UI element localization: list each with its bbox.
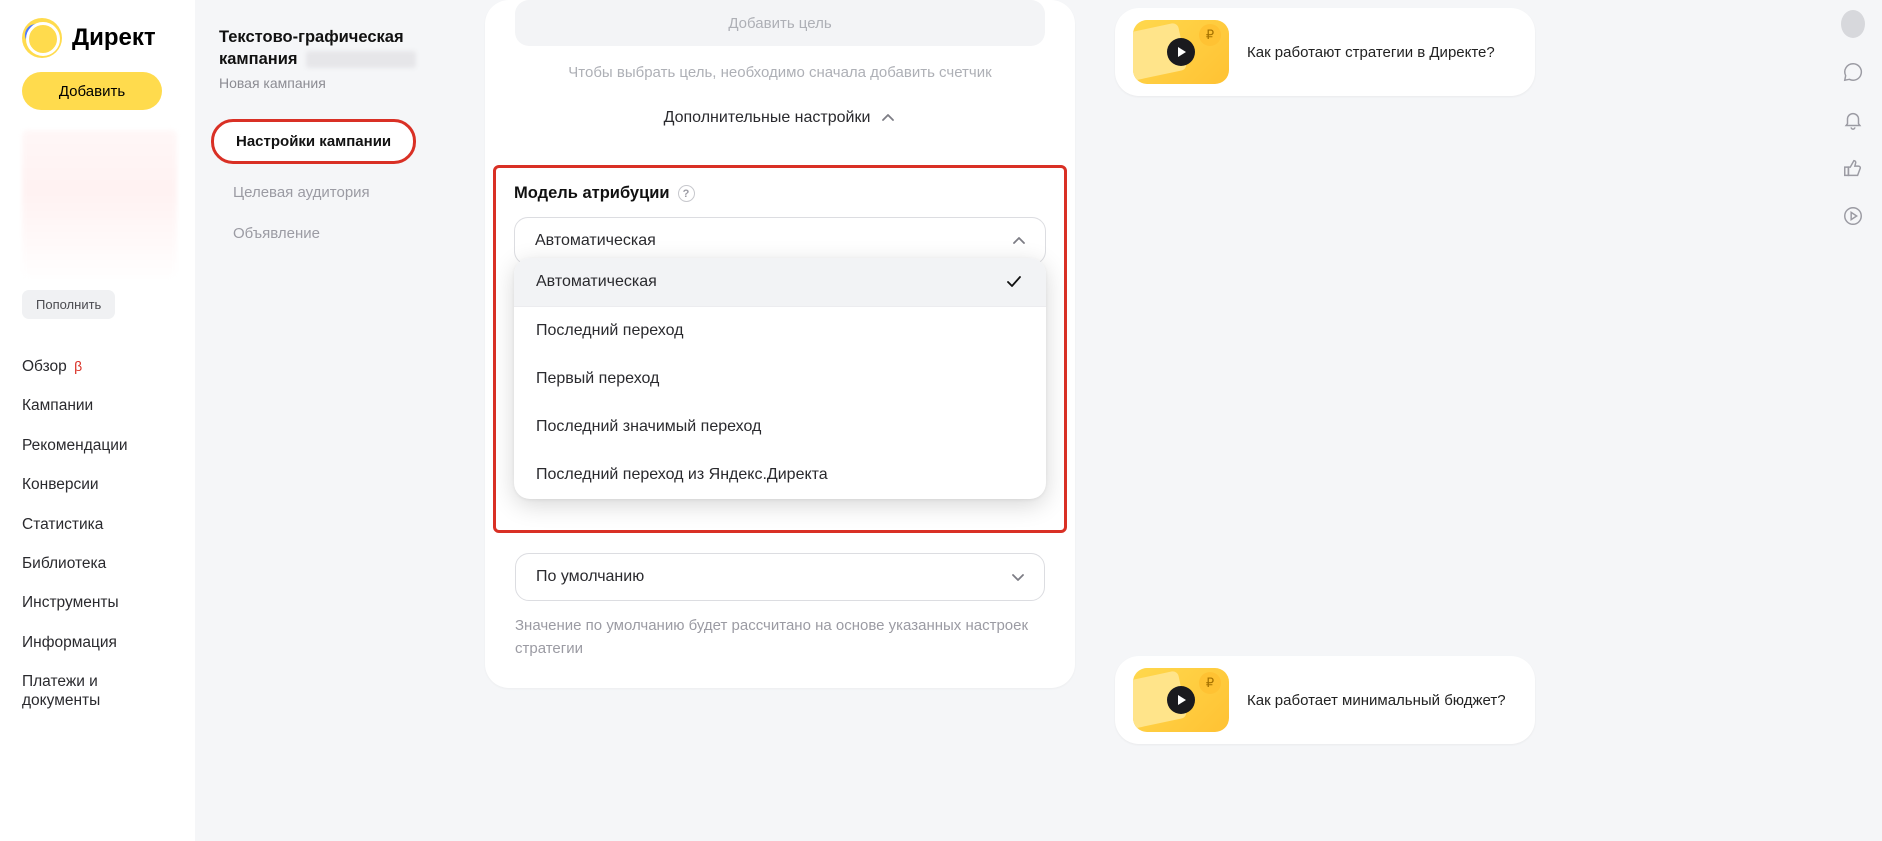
attribution-option-last-yandex-direct[interactable]: Последний переход из Яндекс.Директа [514, 451, 1046, 499]
chevron-down-icon [1010, 569, 1026, 585]
attribution-option-label: Последний значимый переход [536, 418, 761, 436]
like-icon[interactable] [1841, 156, 1865, 180]
extra-settings-toggle[interactable]: Дополнительные настройки [515, 109, 1045, 127]
step-target-audience[interactable]: Целевая аудитория [219, 172, 463, 213]
attribution-option-last-significant[interactable]: Последний значимый переход [514, 403, 1046, 451]
nav-item-overview[interactable]: Обзор β [22, 347, 177, 386]
step-campaign-settings[interactable]: Настройки кампании [211, 119, 416, 164]
main-column: Добавить цель Чтобы выбрать цель, необхо… [485, 0, 1075, 841]
campaign-name-blurred [306, 51, 416, 68]
attribution-option-first-click[interactable]: Первый переход [514, 355, 1046, 403]
attribution-label-row: Модель атрибуции ? [514, 184, 1046, 203]
settings-card: Добавить цель Чтобы выбрать цель, необхо… [485, 0, 1075, 688]
nav-item-campaigns[interactable]: Кампании [22, 386, 177, 425]
chat-icon[interactable] [1841, 60, 1865, 84]
help-card-budget[interactable]: Как работает минимальный бюджет? [1115, 656, 1535, 744]
attribution-highlight-box: Модель атрибуции ? Автоматическая Автома… [493, 165, 1067, 533]
campaign-title-line1: Текстово-графическая [219, 26, 463, 48]
attribution-option-label: Последний переход [536, 322, 683, 340]
steps-column: Текстово-графическая кампания Новая камп… [195, 0, 485, 841]
nav-item-information[interactable]: Информация [22, 623, 177, 662]
chevron-up-icon [1011, 233, 1027, 249]
check-icon [1004, 272, 1024, 292]
attribution-dropdown: Автоматическая Последний переход Первый … [514, 258, 1046, 499]
nav-item-library[interactable]: Библиотека [22, 544, 177, 583]
help-card-text: Как работают стратегии в Директе? [1247, 44, 1495, 61]
attribution-selected-value: Автоматическая [535, 232, 656, 250]
extra-settings-label: Дополнительные настройки [664, 109, 871, 127]
nav-item-statistics[interactable]: Статистика [22, 505, 177, 544]
default-select-value: По умолчанию [536, 568, 644, 586]
brand-logo-icon [22, 18, 62, 58]
campaign-subtitle: Новая кампания [219, 75, 463, 91]
play-circle-icon[interactable] [1841, 204, 1865, 228]
avatar-icon[interactable] [1841, 12, 1865, 36]
help-card-strategies[interactable]: Как работают стратегии в Директе? [1115, 8, 1535, 96]
help-thumb-icon [1133, 668, 1229, 732]
play-icon [1167, 38, 1195, 66]
nav-item-conversions[interactable]: Конверсии [22, 465, 177, 504]
right-icon-rail [1828, 4, 1878, 228]
help-card-text: Как работает минимальный бюджет? [1247, 692, 1506, 709]
play-icon [1167, 686, 1195, 714]
add-button[interactable]: Добавить [22, 72, 162, 110]
nav-item-tools[interactable]: Инструменты [22, 583, 177, 622]
add-goal-button[interactable]: Добавить цель [515, 0, 1045, 46]
top-up-button[interactable]: Пополнить [22, 290, 115, 319]
campaign-title-prefix: кампания [219, 50, 298, 68]
account-summary-blurred [22, 130, 177, 280]
help-icon[interactable]: ? [678, 185, 695, 202]
left-sidebar: Директ Добавить Пополнить Обзор β Кампан… [0, 0, 195, 841]
beta-badge: β [74, 358, 82, 374]
attribution-option-label: Первый переход [536, 370, 659, 388]
goal-hint-text: Чтобы выбрать цель, необходимо сначала д… [515, 64, 1045, 81]
campaign-title-line2: кампания [219, 48, 463, 70]
attribution-option-automatic[interactable]: Автоматическая [514, 258, 1046, 306]
main-nav: Обзор β Кампании Рекомендации Конверсии … [22, 347, 177, 721]
help-column: Как работают стратегии в Директе? Как ра… [1115, 0, 1535, 841]
brand-name: Директ [72, 24, 156, 52]
nav-item-label: Обзор [22, 358, 67, 375]
default-value-hint: Значение по умолчанию будет рассчитано н… [515, 615, 1045, 660]
brand-row: Директ [22, 18, 177, 58]
attribution-option-label: Автоматическая [536, 273, 657, 291]
attribution-label: Модель атрибуции [514, 184, 670, 203]
step-ad[interactable]: Объявление [219, 213, 463, 254]
help-thumb-icon [1133, 20, 1229, 84]
nav-item-payments[interactable]: Платежи и документы [22, 662, 177, 721]
chevron-up-icon [880, 110, 896, 126]
attribution-option-label: Последний переход из Яндекс.Директа [536, 466, 828, 484]
bell-icon[interactable] [1841, 108, 1865, 132]
steps-list: Настройки кампании Целевая аудитория Объ… [219, 119, 463, 254]
campaign-header: Текстово-графическая кампания Новая камп… [219, 26, 463, 91]
default-value-select[interactable]: По умолчанию [515, 553, 1045, 601]
nav-item-recommendations[interactable]: Рекомендации [22, 426, 177, 465]
attribution-option-last-click[interactable]: Последний переход [514, 307, 1046, 355]
